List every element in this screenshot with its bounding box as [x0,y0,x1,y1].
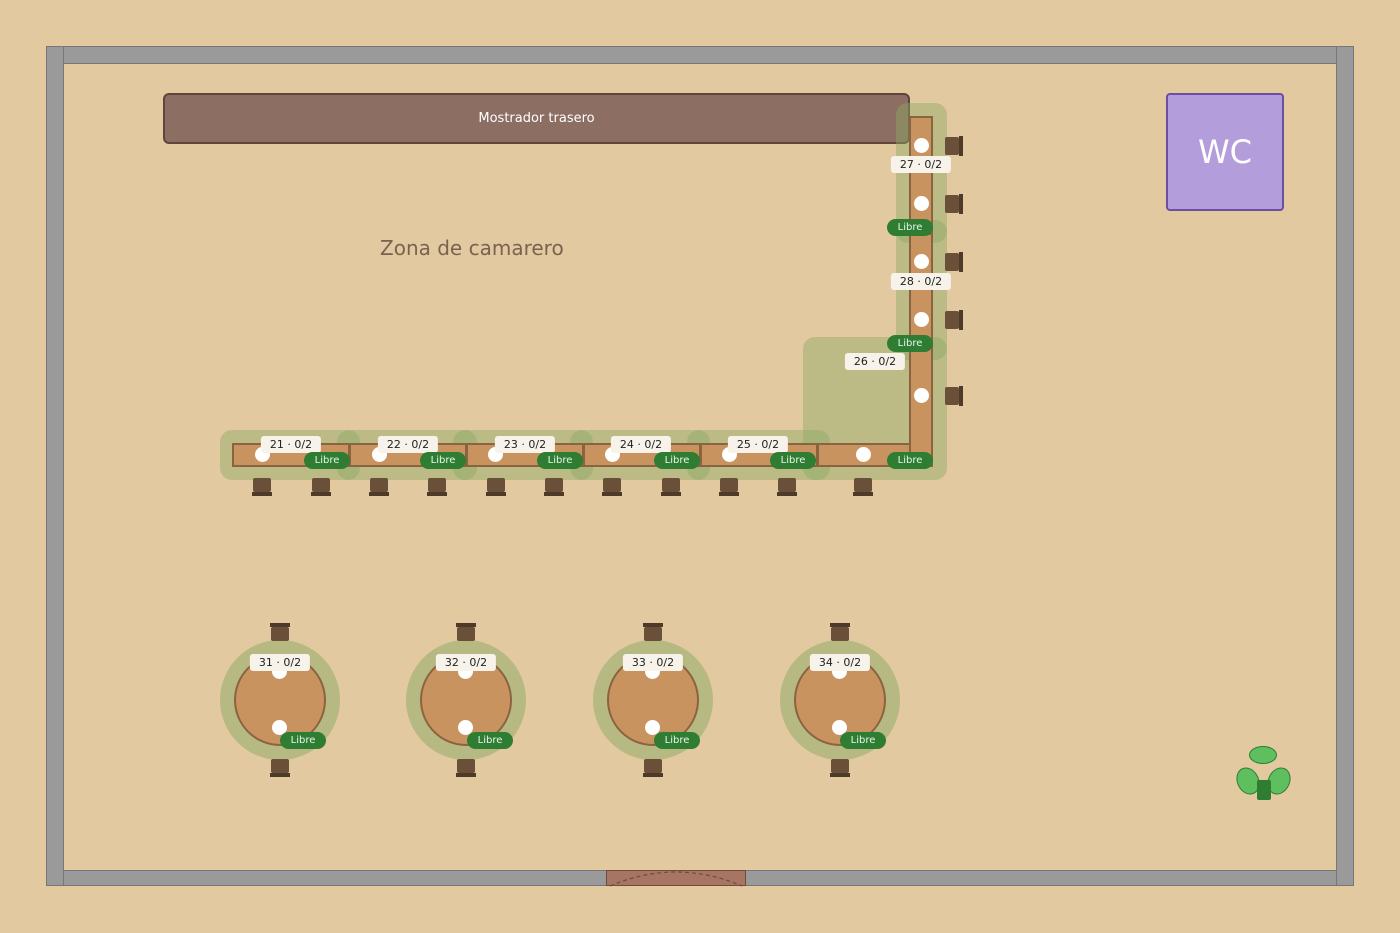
stool [644,627,662,641]
stool [312,478,330,492]
stool [720,478,738,492]
stool [854,478,872,492]
stool [945,137,959,155]
stool-base [456,623,476,627]
stool-base [643,773,663,777]
table-label-24: 24 · 0/2 [610,436,672,453]
stool [945,253,959,271]
stool-base [959,310,963,330]
status-badge-21[interactable]: Libre [304,452,350,469]
stool-base [853,492,873,496]
stool [945,195,959,213]
stool [778,478,796,492]
stool [370,478,388,492]
stool-base [270,623,290,627]
wall-top [46,46,1354,64]
stool [662,478,680,492]
stool [457,759,475,773]
stool-base [544,492,564,496]
seat-spot[interactable] [856,447,871,462]
stool-base [830,773,850,777]
stool-base [777,492,797,496]
table-label-22: 22 · 0/2 [377,436,439,453]
table-label-25: 25 · 0/2 [727,436,789,453]
stool [831,759,849,773]
table-label-34: 34 · 0/2 [809,654,871,671]
status-badge-34[interactable]: Libre [840,732,886,749]
status-badge-25[interactable]: Libre [770,452,816,469]
back-counter: Mostrador trasero [163,93,910,144]
table-label-27: 27 · 0/2 [890,156,952,173]
back-counter-label: Mostrador trasero [478,111,595,126]
stool [271,759,289,773]
table-label-21: 21 · 0/2 [260,436,322,453]
stool-base [959,252,963,272]
stool-base [643,623,663,627]
seat-spot[interactable] [914,254,929,269]
wc-room[interactable]: WC [1166,93,1284,211]
stool-base [270,773,290,777]
status-badge-27[interactable]: Libre [887,219,933,236]
stool-base [830,623,850,627]
table-label-28: 28 · 0/2 [890,273,952,290]
stool [945,387,959,405]
waiter-zone-label: Zona de camarero [380,236,564,260]
status-badge-33[interactable]: Libre [654,732,700,749]
status-badge-23[interactable]: Libre [537,452,583,469]
status-badge-24[interactable]: Libre [654,452,700,469]
stool-base [959,136,963,156]
seat-spot[interactable] [914,388,929,403]
wall-left [46,46,64,886]
stool-base [959,194,963,214]
table-label-31: 31 · 0/2 [249,654,311,671]
status-badge-26[interactable]: Libre [887,452,933,469]
stool-base [486,492,506,496]
status-badge-32[interactable]: Libre [467,732,513,749]
stool-base [719,492,739,496]
status-badge-28[interactable]: Libre [887,335,933,352]
stool [644,759,662,773]
table-label-32: 32 · 0/2 [435,654,497,671]
bar-table-surface[interactable] [909,116,933,234]
plant-pot [1257,780,1271,800]
plant-icon [1232,745,1295,801]
table-label-33: 33 · 0/2 [622,654,684,671]
table-label-23: 23 · 0/2 [494,436,556,453]
status-badge-31[interactable]: Libre [280,732,326,749]
stool [428,478,446,492]
stool-base [456,773,476,777]
stool-base [427,492,447,496]
stool [545,478,563,492]
wc-label: WC [1198,133,1252,171]
stool [831,627,849,641]
stool-base [311,492,331,496]
table-label-26: 26 · 0/2 [844,353,906,370]
seat-spot[interactable] [914,312,929,327]
stool [271,627,289,641]
stool-base [661,492,681,496]
stool-base [252,492,272,496]
door-swing-arc [609,871,743,887]
stool-base [602,492,622,496]
stool [603,478,621,492]
status-badge-22[interactable]: Libre [420,452,466,469]
stool [945,311,959,329]
stool-base [369,492,389,496]
stool [253,478,271,492]
stool [487,478,505,492]
stool [457,627,475,641]
wall-right [1336,46,1354,886]
seat-spot[interactable] [914,138,929,153]
plant-leaf [1249,746,1277,764]
seat-spot[interactable] [914,196,929,211]
stool-base [959,386,963,406]
